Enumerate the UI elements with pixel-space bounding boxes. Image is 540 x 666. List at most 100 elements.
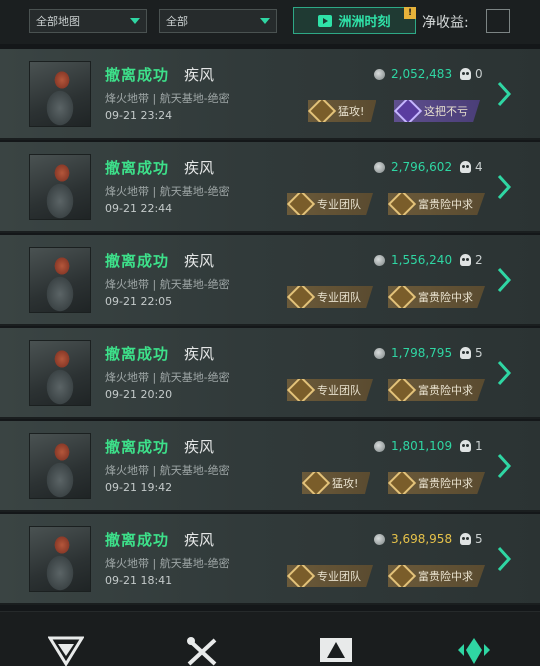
achievement-badge[interactable]: 富贵险中求 bbox=[388, 193, 485, 215]
operator-name: 疾风 bbox=[184, 66, 215, 84]
chevron-right-icon[interactable] bbox=[496, 546, 512, 572]
badge-emblem-icon bbox=[302, 472, 331, 494]
map-filter-select[interactable]: 全部地图 bbox=[29, 9, 147, 33]
badge-label: 猛攻! bbox=[332, 477, 359, 490]
coin-icon bbox=[374, 533, 385, 545]
kill-count: 0 bbox=[460, 67, 483, 81]
video-icon bbox=[318, 14, 333, 27]
extraction-status: 撤离成功 bbox=[105, 66, 170, 84]
operator-name: 疾风 bbox=[184, 252, 215, 270]
badge-label: 专业团队 bbox=[317, 291, 361, 304]
match-time: 09-21 19:42 bbox=[105, 481, 173, 494]
chevron-right-icon[interactable] bbox=[496, 360, 512, 386]
coin-icon bbox=[374, 254, 385, 266]
match-time: 09-21 22:05 bbox=[105, 295, 173, 308]
chevron-down-icon bbox=[130, 18, 140, 24]
operator-name: 疾风 bbox=[184, 159, 215, 177]
highlight-moments-label: 洲洲时刻 bbox=[338, 15, 391, 30]
nav-alerts[interactable] bbox=[318, 636, 354, 666]
loot-value-text: 1,798,795 bbox=[391, 346, 453, 360]
nav-home[interactable] bbox=[48, 636, 84, 666]
warning-card-icon bbox=[320, 638, 352, 662]
chevron-right-icon[interactable] bbox=[496, 453, 512, 479]
skull-icon bbox=[460, 161, 471, 173]
delta-logo-icon bbox=[48, 636, 84, 666]
kill-count: 2 bbox=[460, 253, 483, 267]
operator-avatar bbox=[29, 433, 91, 499]
match-time: 09-21 23:24 bbox=[105, 109, 173, 122]
map-info: 烽火地带 | 航天基地-绝密 bbox=[105, 371, 230, 384]
map-info: 烽火地带 | 航天基地-绝密 bbox=[105, 92, 230, 105]
map-filter-value: 全部地图 bbox=[36, 15, 80, 28]
achievement-badge[interactable]: 专业团队 bbox=[287, 379, 373, 401]
kill-count-text: 5 bbox=[475, 532, 483, 546]
mode-filter-select[interactable]: 全部 bbox=[159, 9, 277, 33]
map-info: 烽火地带 | 航天基地-绝密 bbox=[105, 464, 230, 477]
badge-emblem-icon bbox=[287, 565, 316, 587]
record-row[interactable]: 撤离成功 疾风 烽火地带 | 航天基地-绝密 09-21 18:41 3,698,958… bbox=[0, 514, 540, 605]
map-info: 烽火地带 | 航天基地-绝密 bbox=[105, 557, 230, 570]
badge-label: 专业团队 bbox=[317, 384, 361, 397]
filter-bar: 全部地图 全部 洲洲时刻 ! 净收益: bbox=[0, 0, 540, 44]
badge-label: 富贵险中求 bbox=[418, 570, 473, 583]
loot-value: 3,698,958 bbox=[374, 532, 452, 546]
extraction-status: 撤离成功 bbox=[105, 159, 170, 177]
badge-emblem-icon bbox=[388, 379, 417, 401]
badge-emblem-icon bbox=[388, 472, 417, 494]
chevron-down-icon bbox=[260, 18, 270, 24]
chevron-right-icon[interactable] bbox=[496, 81, 512, 107]
record-row[interactable]: 撤离成功 疾风 烽火地带 | 航天基地-绝密 09-21 19:42 1,801,109… bbox=[0, 421, 540, 512]
achievement-badge[interactable]: 专业团队 bbox=[287, 565, 373, 587]
achievement-badge[interactable]: 这把不亏 bbox=[394, 100, 480, 122]
loot-value-text: 3,698,958 bbox=[391, 532, 453, 546]
chevron-right-icon[interactable] bbox=[496, 267, 512, 293]
map-info: 烽火地带 | 航天基地-绝密 bbox=[105, 185, 230, 198]
match-time: 09-21 22:44 bbox=[105, 202, 173, 215]
chevron-right-icon[interactable] bbox=[496, 174, 512, 200]
loot-value: 1,801,109 bbox=[374, 439, 452, 453]
loot-value: 1,556,240 bbox=[374, 253, 452, 267]
operator-name: 疾风 bbox=[184, 438, 215, 456]
coin-icon bbox=[374, 68, 385, 80]
achievement-badge[interactable]: 专业团队 bbox=[287, 286, 373, 308]
highlight-moments-button[interactable]: 洲洲时刻 ! bbox=[293, 7, 416, 34]
achievement-badge[interactable]: 富贵险中求 bbox=[388, 286, 485, 308]
match-time: 09-21 18:41 bbox=[105, 574, 173, 587]
badge-emblem-icon bbox=[388, 193, 417, 215]
nav-tools[interactable] bbox=[184, 636, 220, 666]
record-row[interactable]: 撤离成功 疾风烽火地带 | 航天基地-绝密 09-21 23:24 2,052,483… bbox=[0, 49, 540, 140]
badge-label: 这把不亏 bbox=[424, 105, 468, 118]
achievement-badge[interactable]: 富贵险中求 bbox=[388, 565, 485, 587]
operator-name: 疾风 bbox=[184, 345, 215, 363]
net-profit-checkbox[interactable] bbox=[486, 9, 510, 33]
achievement-badge[interactable]: 富贵险中求 bbox=[388, 472, 485, 494]
skull-icon bbox=[460, 533, 471, 545]
loot-value: 1,798,795 bbox=[374, 346, 452, 360]
match-time: 09-21 20:20 bbox=[105, 388, 173, 401]
record-row[interactable]: 撤离成功 疾风烽火地带 | 航天基地-绝密 09-21 20:20 1,798,795… bbox=[0, 328, 540, 419]
record-row[interactable]: 撤离成功 疾风 烽火地带 | 航天基地-绝密 09-21 22:44 2,796,602… bbox=[0, 142, 540, 233]
badge-emblem-icon bbox=[394, 100, 423, 122]
operator-avatar bbox=[29, 154, 91, 220]
nav-records[interactable] bbox=[456, 636, 492, 666]
badge-emblem-icon bbox=[388, 286, 417, 308]
loot-value: 2,052,483 bbox=[374, 67, 452, 81]
mode-filter-value: 全部 bbox=[166, 15, 188, 28]
tools-icon bbox=[187, 637, 217, 666]
loot-value-text: 2,052,483 bbox=[391, 67, 453, 81]
achievement-badge[interactable]: 专业团队 bbox=[287, 193, 373, 215]
achievement-badge[interactable]: 猛攻! bbox=[302, 472, 371, 494]
record-row[interactable]: 撤离成功 疾风 烽火地带 | 航天基地-绝密 09-21 22:05 1,556,240… bbox=[0, 235, 540, 326]
skull-icon bbox=[460, 254, 471, 266]
kill-count-text: 2 bbox=[475, 253, 483, 267]
coin-icon bbox=[374, 440, 385, 452]
badge-emblem-icon bbox=[308, 100, 337, 122]
map-info: 烽火地带 | 航天基地-绝密 bbox=[105, 278, 230, 291]
skull-icon bbox=[460, 347, 471, 359]
skull-icon bbox=[460, 68, 471, 80]
achievement-badge[interactable]: 富贵险中求 bbox=[388, 379, 485, 401]
achievement-badge[interactable]: 猛攻! bbox=[308, 100, 377, 122]
operator-avatar bbox=[29, 247, 91, 313]
extraction-status: 撤离成功 bbox=[105, 345, 170, 363]
kill-count-text: 4 bbox=[475, 160, 483, 174]
